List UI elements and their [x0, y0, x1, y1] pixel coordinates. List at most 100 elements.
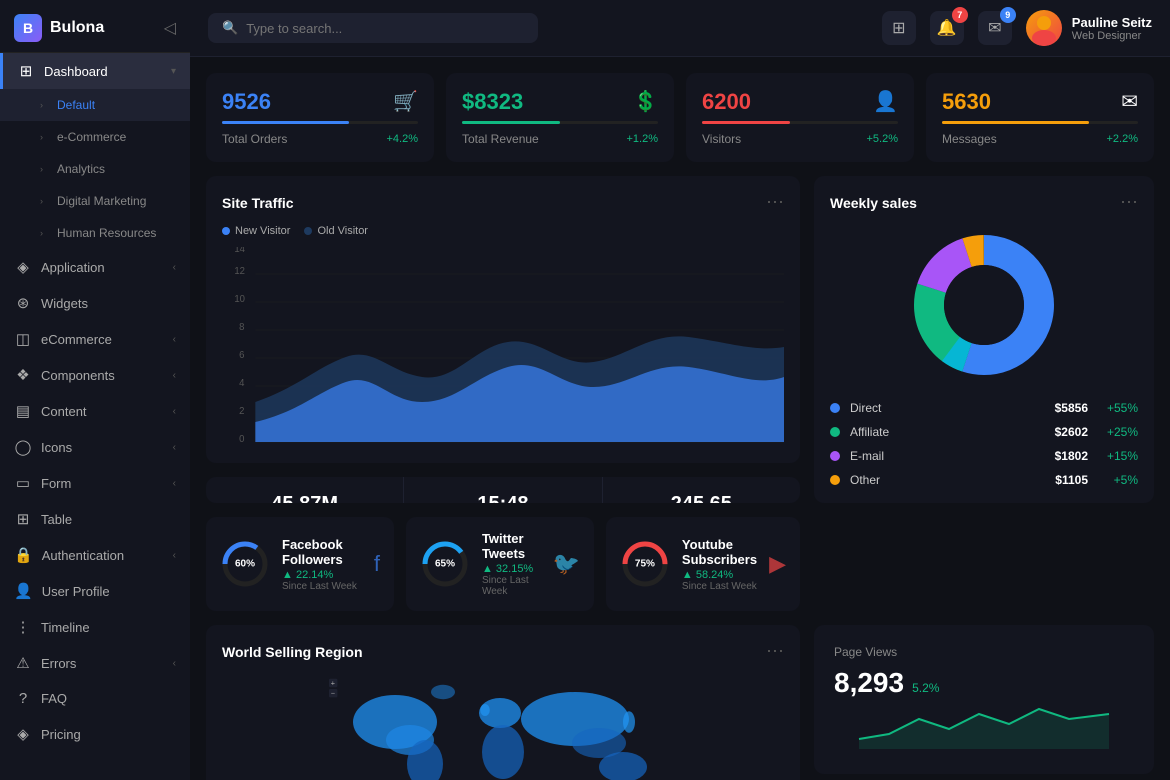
- traffic-svg: 0 2 4 6 8 10 12 14: [222, 247, 784, 447]
- stat-change-orders: +4.2%: [387, 133, 419, 145]
- sidebar-item-user-profile[interactable]: 👤 User Profile: [0, 573, 190, 609]
- map-more-button[interactable]: ⋯: [766, 641, 784, 662]
- social-grid: 60% Facebook Followers ▲ 22.14% Since La…: [206, 517, 800, 611]
- youtube-info: Youtube Subscribers ▲ 58.24% Since Last …: [682, 537, 757, 592]
- svg-text:4: 4: [239, 378, 245, 389]
- dollar-icon: 💲: [633, 89, 658, 114]
- icons-icon: ◯: [14, 438, 32, 456]
- stat-card-orders: 9526 🛒 Total Orders +4.2%: [206, 73, 434, 162]
- stat-top-orders: 9526 🛒: [222, 89, 418, 115]
- sidebar-item-dashboard[interactable]: ⊞ Dashboard ▾: [0, 53, 190, 89]
- logo-area: B Bulona ◁: [0, 0, 190, 53]
- sidebar-label-faq: FAQ: [41, 691, 176, 706]
- sidebar-item-human-resources[interactable]: › Human Resources: [0, 217, 190, 249]
- search-box[interactable]: 🔍: [208, 13, 538, 43]
- social-card-facebook: 60% Facebook Followers ▲ 22.14% Since La…: [206, 517, 394, 611]
- sidebar-item-authentication[interactable]: 🔒 Authentication ‹: [0, 537, 190, 573]
- sidebar-label-analytics: Analytics: [57, 162, 105, 176]
- sidebar-item-digital-marketing[interactable]: › Digital Marketing: [0, 185, 190, 217]
- application-icon: ◈: [14, 258, 32, 276]
- weekly-more-button[interactable]: ⋯: [1120, 192, 1138, 213]
- sidebar-item-pricing[interactable]: ◈ Pricing: [0, 716, 190, 752]
- sidebar-item-ecommerce2[interactable]: ◫ eCommerce ‹: [0, 321, 190, 357]
- stat-top-messages: 5630 ✉: [942, 89, 1138, 115]
- svg-text:−: −: [331, 689, 335, 698]
- sidebar-item-timeline[interactable]: ⋮ Timeline: [0, 609, 190, 645]
- facebook-name: Facebook Followers: [282, 537, 362, 567]
- sidebar-label-table: Table: [41, 512, 176, 527]
- content-icon: ▤: [14, 402, 32, 420]
- sidebar-collapse-btn[interactable]: ◁: [164, 18, 176, 38]
- widgets-icon: ⊛: [14, 294, 32, 312]
- traffic-chart: 0 2 4 6 8 10 12 14: [222, 247, 784, 447]
- donut-chart: [904, 225, 1064, 385]
- stat-label-revenue: Total Revenue: [462, 132, 539, 146]
- stat-change-messages: +2.2%: [1107, 133, 1139, 145]
- twitter-pct: 65%: [435, 559, 455, 570]
- stat-change-revenue: +1.2%: [627, 133, 659, 145]
- components-icon: ❖: [14, 366, 32, 384]
- app-name: Bulona: [50, 19, 104, 37]
- sidebar-label-content: Content: [41, 404, 164, 419]
- twitter-change: ▲ 32.15%: [482, 563, 541, 575]
- sidebar-label-components: Components: [41, 368, 164, 383]
- table-icon: ⊞: [14, 510, 32, 528]
- dashboard-content: 9526 🛒 Total Orders +4.2% $8323 💲 Total …: [190, 57, 1170, 780]
- sales-row-other: Other $1105 +5%: [830, 473, 1138, 487]
- sidebar-item-analytics[interactable]: › Analytics: [0, 153, 190, 185]
- messages-button[interactable]: ✉ 9: [978, 11, 1012, 45]
- sidebar-item-faq[interactable]: ? FAQ: [0, 681, 190, 716]
- map-title: World Selling Region: [222, 644, 363, 660]
- grid-button[interactable]: ⊞: [882, 11, 916, 45]
- main-area: 🔍 ⊞ 🔔 7 ✉ 9 Pauline Seitz Web Desi: [190, 0, 1170, 780]
- user-info[interactable]: Pauline Seitz Web Designer: [1026, 10, 1152, 46]
- world-map-card: World Selling Region ⋯: [206, 625, 800, 780]
- sidebar-label-icons: Icons: [41, 440, 164, 455]
- sidebar-label-form: Form: [41, 476, 164, 491]
- page-views-card: Page Views 8,293 5.2%: [814, 625, 1154, 774]
- sales-name-direct: Direct: [850, 401, 1028, 415]
- stat-value-visitors: 6200: [702, 89, 751, 115]
- traffic-more-button[interactable]: ⋯: [766, 192, 784, 213]
- sidebar-item-icons[interactable]: ◯ Icons ‹: [0, 429, 190, 465]
- twitter-name: Twitter Tweets: [482, 531, 541, 561]
- sidebar-item-ecommerce[interactable]: › e-Commerce: [0, 121, 190, 153]
- sidebar-item-content[interactable]: ▤ Content ‹: [0, 393, 190, 429]
- stat-bar-fill-visitors: [702, 121, 790, 124]
- stat-bar-orders: [222, 121, 418, 124]
- sidebar-item-form[interactable]: ▭ Form ‹: [0, 465, 190, 501]
- search-input[interactable]: [246, 21, 524, 36]
- metric-value-overall: 45.87M: [222, 493, 387, 503]
- sidebar-label-ecommerce: e-Commerce: [57, 130, 126, 144]
- youtube-icon: ▶: [769, 551, 786, 577]
- sidebar-item-components[interactable]: ❖ Components ‹: [0, 357, 190, 393]
- svg-text:6: 6: [239, 350, 244, 361]
- message-icon: ✉: [988, 18, 1001, 38]
- metric-value-pages: 245.65: [619, 493, 784, 503]
- world-map-svg: + −: [222, 674, 784, 780]
- sidebar-item-table[interactable]: ⊞ Table: [0, 501, 190, 537]
- stat-value-messages: 5630: [942, 89, 991, 115]
- facebook-change: ▲ 22.14%: [282, 569, 362, 581]
- stat-top-revenue: $8323 💲: [462, 89, 658, 115]
- message-badge: 9: [1000, 7, 1016, 23]
- visitors-icon: 👤: [873, 89, 898, 114]
- sidebar-item-default[interactable]: › Default: [0, 89, 190, 121]
- logo-icon: B: [14, 14, 42, 42]
- sales-amount-email: $1802: [1038, 449, 1088, 463]
- search-icon: 🔍: [222, 20, 238, 36]
- sidebar-item-application[interactable]: ◈ Application ‹: [0, 249, 190, 285]
- notification-button[interactable]: 🔔 7: [930, 11, 964, 45]
- sales-pct-affiliate: +25%: [1098, 425, 1138, 439]
- donut-container: [830, 225, 1138, 385]
- sales-amount-affiliate: $2602: [1038, 425, 1088, 439]
- weekly-header: Weekly sales ⋯: [830, 192, 1138, 213]
- dashboard-icon: ⊞: [17, 62, 35, 80]
- stat-change-visitors: +5.2%: [867, 133, 899, 145]
- sidebar-item-widgets[interactable]: ⊛ Widgets: [0, 285, 190, 321]
- legend-new-visitor: New Visitor: [222, 225, 290, 237]
- stat-value-orders: 9526: [222, 89, 271, 115]
- sidebar-item-errors[interactable]: ⚠ Errors ‹: [0, 645, 190, 681]
- stat-bar-visitors: [702, 121, 898, 124]
- stat-label-messages: Messages: [942, 132, 997, 146]
